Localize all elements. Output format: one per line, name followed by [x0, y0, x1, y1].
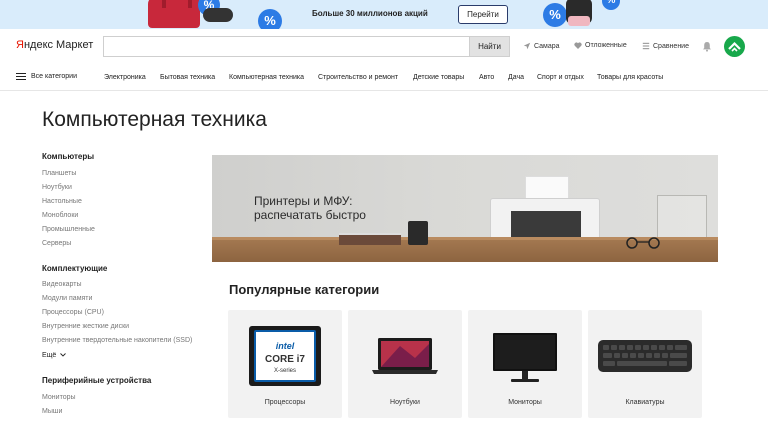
location-arrow-icon [523, 42, 531, 50]
cpu-icon: intel CORE i7 X-series [249, 326, 321, 386]
monitor-icon [493, 333, 557, 382]
all-categories-button[interactable]: Все категории [16, 73, 77, 80]
search-input[interactable] [103, 36, 469, 57]
nav-link-construction[interactable]: Строительство и ремонт [318, 74, 398, 81]
sidebar-item-monitors[interactable]: Мониторы [42, 394, 76, 401]
sidebar-more-link[interactable]: Ещё [42, 352, 67, 359]
sidebar-item-ssd[interactable]: Внутренние твердотельные накопители (SSD… [42, 337, 192, 344]
region-link[interactable]: Самара [523, 42, 560, 50]
sidebar-item-mice[interactable]: Мыши [42, 408, 62, 415]
category-card-label: Ноутбуки [390, 399, 420, 406]
favorites-label: Отложенные [585, 42, 627, 49]
percent-badge-icon: % [543, 3, 567, 27]
sidebar-item-laptops[interactable]: Ноутбуки [42, 184, 72, 191]
page-title: Компьютерная техника [42, 108, 267, 131]
nav-link-electronics[interactable]: Электроника [104, 74, 146, 81]
sidebar-heading-peripherals[interactable]: Периферийные устройства [42, 376, 151, 385]
nav-link-beauty[interactable]: Товары для красоты [597, 74, 663, 81]
site-header: Яндекс Маркет Найти Самара Отложенные Сра… [0, 29, 768, 64]
sidebar-item-industrial[interactable]: Промышленные [42, 226, 95, 233]
cpu-brand: intel [275, 341, 295, 351]
user-avatar-icon [728, 41, 741, 52]
sidebar-item-servers[interactable]: Серверы [42, 240, 71, 247]
category-card-label: Мониторы [508, 399, 542, 406]
heart-icon [574, 42, 582, 49]
keyboard-icon [598, 340, 692, 372]
books-image [339, 233, 401, 245]
sidebar-more-label: Ещё [42, 352, 57, 359]
menu-icon [16, 73, 26, 80]
sidebar-item-gpus[interactable]: Видеокарты [42, 281, 82, 288]
sidebar-heading-components[interactable]: Комплектующие [42, 264, 107, 273]
paper-sheet-image [525, 176, 569, 200]
nav-link-appliances[interactable]: Бытовая техника [160, 74, 215, 81]
nav-link-kids[interactable]: Детские товары [413, 74, 464, 81]
sidebar-heading-computers[interactable]: Компьютеры [42, 152, 94, 161]
logo-letter: Я [16, 39, 24, 51]
category-card-monitors[interactable]: Мониторы [468, 310, 582, 418]
category-card-label: Процессоры [264, 399, 306, 406]
smartwatch-image [566, 0, 592, 26]
sidebar-item-hdd[interactable]: Внутренние жесткие диски [42, 323, 129, 330]
banner-headline: Принтеры и МФУ: распечатать быстро [254, 194, 366, 222]
region-label: Самара [534, 42, 560, 50]
nav-link-dacha[interactable]: Дача [508, 74, 524, 81]
terrarium-image [657, 195, 707, 243]
sidebar-item-tablets[interactable]: Планшеты [42, 170, 76, 177]
nav-link-auto[interactable]: Авто [479, 74, 494, 81]
category-card-processors[interactable]: intel CORE i7 X-series Процессоры [228, 310, 342, 418]
compare-label: Сравнение [653, 42, 689, 50]
promo-banner[interactable]: % % Больше 30 миллионов акций Перейти % … [0, 0, 768, 29]
avatar[interactable] [724, 36, 745, 57]
pen-cup-image [408, 221, 428, 245]
sidebar-item-memory[interactable]: Модули памяти [42, 295, 92, 302]
percent-badge-icon: % [602, 0, 620, 10]
promo-text: Больше 30 миллионов акций [312, 9, 428, 18]
cpu-model: CORE i7 [264, 354, 305, 365]
all-categories-label: Все категории [31, 73, 77, 80]
logo-market: Маркет [56, 39, 94, 51]
category-nav: Все категории Электроника Бытовая техник… [0, 64, 768, 91]
bag-image [148, 0, 200, 28]
search-button[interactable]: Найти [469, 36, 510, 57]
chevron-down-icon [60, 353, 67, 357]
sidebar-item-monoblocks[interactable]: Моноблоки [42, 212, 78, 219]
sidebar-item-desktops[interactable]: Настольные [42, 198, 82, 205]
dumbbell-image [203, 8, 233, 22]
cpu-series: X-series [273, 368, 296, 374]
laptop-icon [372, 338, 438, 374]
nav-link-computers[interactable]: Компьютерная техника [229, 74, 304, 81]
search-bar: Найти [103, 36, 510, 57]
yandex-market-logo[interactable]: Яндекс Маркет [16, 39, 93, 51]
favorites-link[interactable]: Отложенные [574, 42, 627, 49]
promo-go-button[interactable]: Перейти [458, 5, 508, 24]
cpu-chip-face: intel CORE i7 X-series [254, 330, 316, 382]
percent-badge-icon: % [258, 9, 282, 29]
compare-link[interactable]: Сравнение [642, 42, 689, 50]
sidebar-item-cpus[interactable]: Процессоры (CPU) [42, 309, 104, 316]
printers-promo-banner[interactable]: Принтеры и МФУ: распечатать быстро [212, 155, 718, 262]
nav-link-sport[interactable]: Спорт и отдых [537, 74, 584, 81]
glasses-icon [626, 237, 660, 249]
bell-icon[interactable] [702, 41, 712, 52]
compare-icon [642, 42, 650, 50]
category-card-laptops[interactable]: Ноутбуки [348, 310, 462, 418]
category-card-label: Клавиатуры [625, 399, 665, 406]
category-card-keyboards[interactable]: Клавиатуры [588, 310, 702, 418]
popular-categories-title: Популярные категории [229, 282, 380, 297]
logo-yandex: ндекс [23, 39, 53, 51]
